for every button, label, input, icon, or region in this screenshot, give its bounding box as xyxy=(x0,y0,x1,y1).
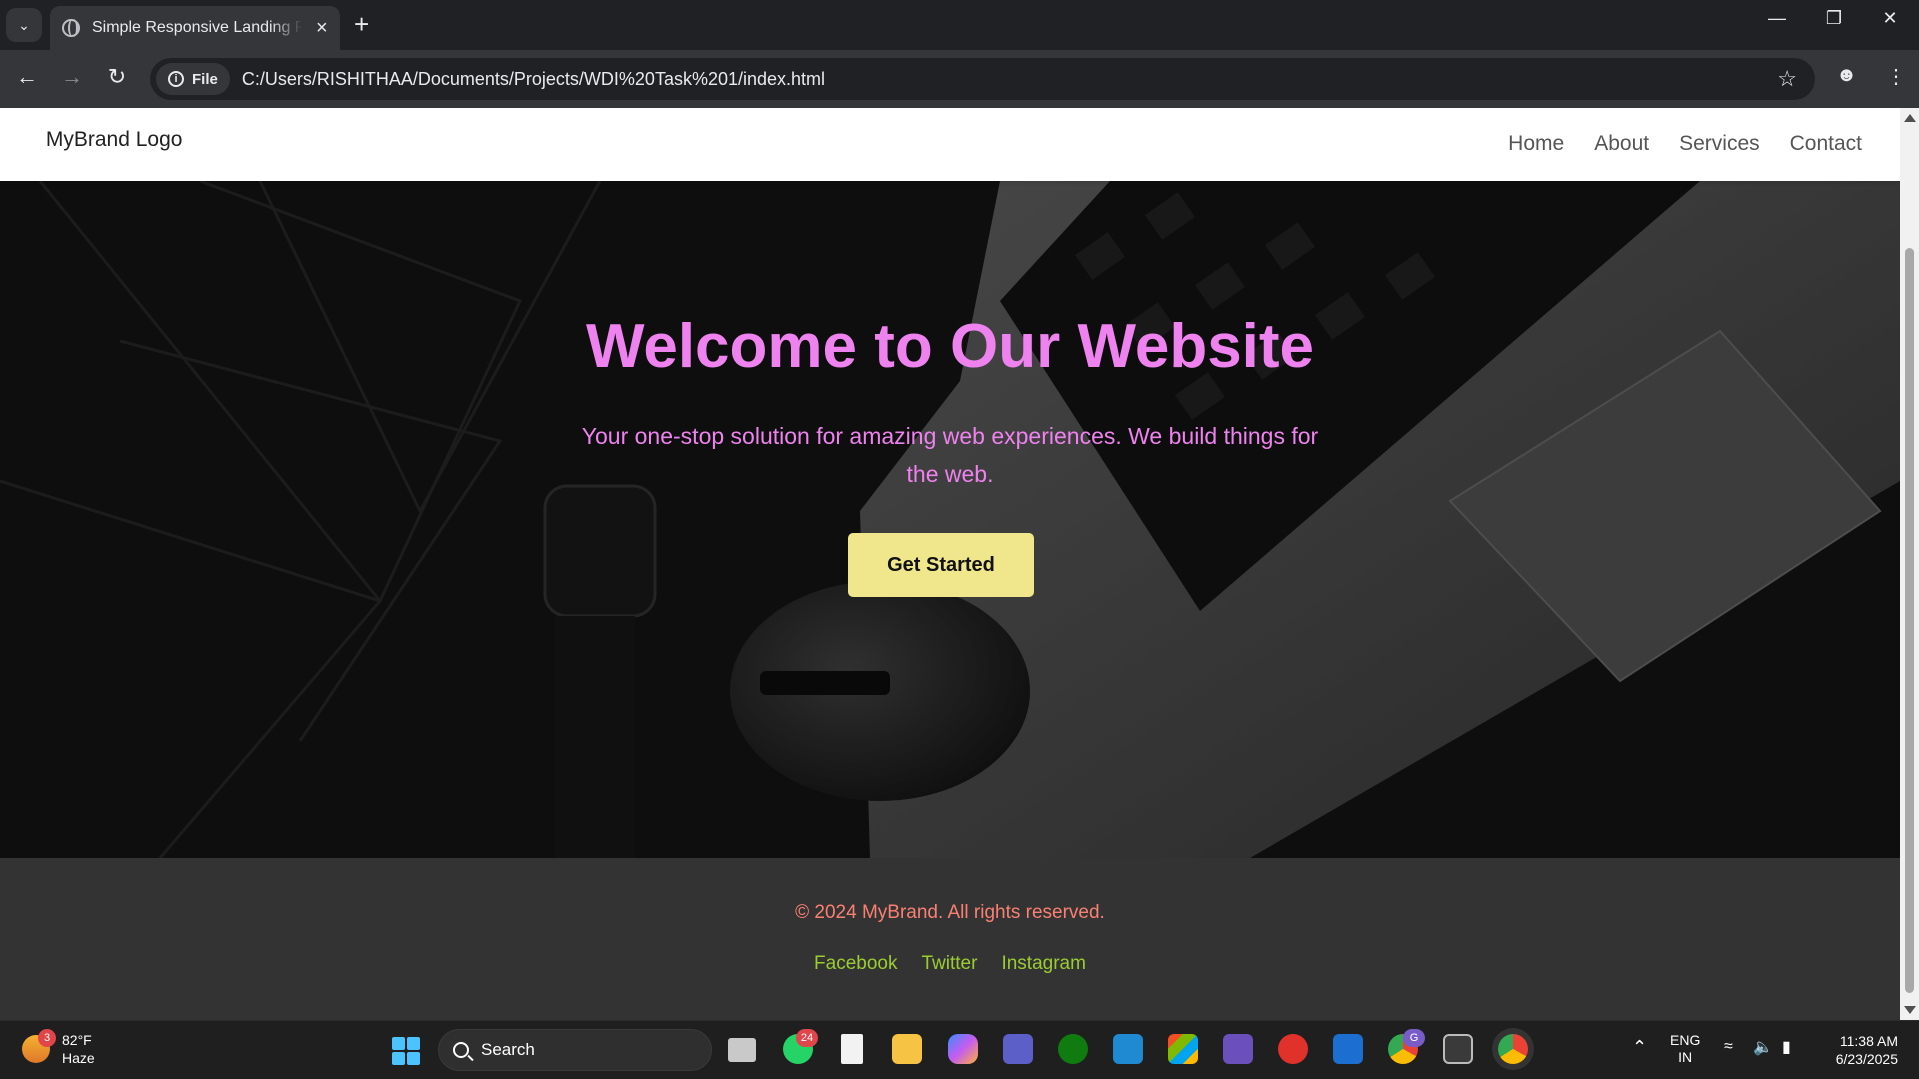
taskbar: 3 82°F Haze Search 24 G ⌃ ENG IN ≈ 🔈 ▮ 1… xyxy=(0,1020,1919,1079)
close-window-icon[interactable]: ✕ xyxy=(1870,8,1910,29)
menu-dots-icon[interactable]: ⋮ xyxy=(1886,64,1906,89)
hero-section: Welcome to Our Website Your one-stop sol… xyxy=(0,181,1900,858)
nav-about[interactable]: About xyxy=(1594,132,1649,156)
weather-haze-icon: 3 xyxy=(22,1029,56,1063)
weather-condition: Haze xyxy=(62,1050,95,1066)
terminal-icon[interactable] xyxy=(1443,1034,1473,1064)
chevron-down-icon: ⌄ xyxy=(18,16,30,33)
remote-desktop-icon[interactable] xyxy=(1333,1034,1363,1064)
restore-icon[interactable]: ❐ xyxy=(1814,8,1854,29)
weather-badge: 3 xyxy=(38,1029,56,1047)
taskbar-search[interactable]: Search xyxy=(438,1029,712,1071)
twitter-link[interactable]: Twitter xyxy=(922,953,978,975)
tab-strip: ⌄ Simple Responsive Landing Page × + — ❐… xyxy=(0,0,1919,50)
wps-office-icon[interactable] xyxy=(1278,1034,1308,1064)
file-explorer-icon[interactable] xyxy=(892,1034,922,1064)
whatsapp-badge: 24 xyxy=(796,1029,818,1047)
social-links: Facebook Twitter Instagram xyxy=(0,953,1900,975)
profile-icon[interactable]: ☻ xyxy=(1836,64,1857,87)
scroll-up-icon[interactable] xyxy=(1904,114,1916,122)
browser-tab[interactable]: Simple Responsive Landing Page × xyxy=(50,6,340,50)
minimize-icon[interactable]: — xyxy=(1757,8,1797,29)
site-footer: © 2024 MyBrand. All rights reserved. Fac… xyxy=(0,858,1900,1020)
vscode-icon[interactable] xyxy=(1113,1034,1143,1064)
back-icon[interactable]: ← xyxy=(12,64,42,90)
chrome-active-icon[interactable] xyxy=(1498,1034,1528,1064)
task-view-icon[interactable] xyxy=(728,1038,756,1062)
info-icon: i xyxy=(168,71,184,87)
nav-services[interactable]: Services xyxy=(1679,132,1760,156)
teams-icon[interactable] xyxy=(1003,1034,1033,1064)
search-icon xyxy=(453,1042,469,1058)
windows-start-icon[interactable] xyxy=(392,1037,420,1065)
browser-toolbar: ← → ↻ i File C:/Users/RISHITHAA/Document… xyxy=(0,50,1919,108)
scroll-down-icon[interactable] xyxy=(1904,1006,1916,1014)
new-tab-button[interactable]: + xyxy=(354,10,369,38)
battery-icon[interactable]: ▮ xyxy=(1782,1037,1791,1057)
tab-search-button[interactable]: ⌄ xyxy=(6,8,42,42)
site-info-chip[interactable]: i File xyxy=(156,63,230,95)
copilot-icon[interactable] xyxy=(948,1034,978,1064)
close-tab-icon[interactable]: × xyxy=(316,17,328,40)
url-text[interactable]: C:/Users/RISHITHAA/Documents/Projects/WD… xyxy=(242,69,825,90)
scheme-label: File xyxy=(192,70,218,88)
hero-title: Welcome to Our Website xyxy=(585,312,1315,381)
web-page: MyBrand Logo Home About Services Contact xyxy=(0,108,1900,1020)
brand-logo[interactable]: MyBrand Logo xyxy=(40,128,183,152)
wifi-icon[interactable]: ≈ xyxy=(1724,1038,1733,1056)
get-started-button[interactable]: Get Started xyxy=(848,533,1034,597)
forward-icon[interactable]: → xyxy=(57,64,87,90)
temperature: 82°F xyxy=(62,1032,92,1048)
globe-icon xyxy=(62,19,80,37)
clock[interactable]: 11:38 AM 6/23/2025 xyxy=(1820,1032,1898,1068)
logo-alt-text: MyBrand Logo xyxy=(45,128,183,151)
copyright-text: © 2024 MyBrand. All rights reserved. xyxy=(795,902,1105,923)
site-header: MyBrand Logo Home About Services Contact xyxy=(0,108,1900,181)
page-scrollbar[interactable] xyxy=(1900,108,1919,1020)
microsoft-store-icon[interactable] xyxy=(1168,1034,1198,1064)
scrollbar-thumb[interactable] xyxy=(1905,248,1914,993)
language-indicator[interactable]: ENG IN xyxy=(1670,1032,1700,1066)
weather-widget[interactable]: 3 82°F Haze xyxy=(22,1029,95,1067)
main-nav: Home About Services Contact xyxy=(1508,132,1862,156)
instagram-link[interactable]: Instagram xyxy=(1001,953,1085,975)
reload-icon[interactable]: ↻ xyxy=(102,64,132,90)
show-hidden-icons[interactable]: ⌃ xyxy=(1632,1037,1647,1058)
notepad-icon[interactable] xyxy=(841,1034,863,1064)
search-placeholder: Search xyxy=(481,1040,535,1059)
address-bar[interactable]: i File C:/Users/RISHITHAA/Documents/Proj… xyxy=(150,58,1815,100)
nav-home[interactable]: Home xyxy=(1508,132,1564,156)
nav-contact[interactable]: Contact xyxy=(1790,132,1862,156)
chrome-profile-badge: G xyxy=(1403,1029,1425,1047)
hero-subtitle: Your one-stop solution for amazing web e… xyxy=(581,423,1319,487)
tab-title: Simple Responsive Landing Page xyxy=(92,19,302,36)
volume-icon[interactable]: 🔈 xyxy=(1753,1037,1773,1057)
facebook-link[interactable]: Facebook xyxy=(814,953,897,975)
bookmark-star-icon[interactable]: ☆ xyxy=(1777,66,1797,92)
hero-content: Welcome to Our Website Your one-stop sol… xyxy=(0,181,1900,858)
xbox-icon[interactable] xyxy=(1058,1034,1088,1064)
app-purple-icon[interactable] xyxy=(1223,1034,1253,1064)
screen: ⌄ Simple Responsive Landing Page × + — ❐… xyxy=(0,0,1919,1079)
